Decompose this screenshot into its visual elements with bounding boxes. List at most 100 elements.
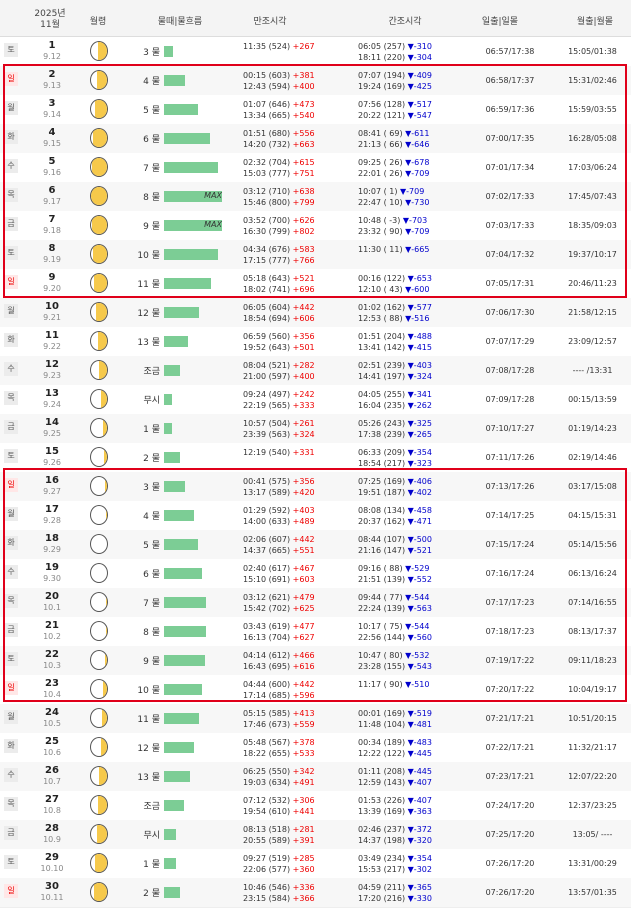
high-tide-entry: 05:48 (567) +378: [243, 738, 315, 747]
day-number: 10: [45, 301, 59, 312]
low-tide-entry: 09:16 ( 88) ▼-529: [358, 564, 430, 573]
high-tide-entry: 06:25 (550) +342: [243, 767, 315, 776]
moonrise-moonset: 15:05/01:38: [568, 47, 617, 56]
high-tide-entry: 14:37 (665) +551: [243, 546, 315, 555]
high-tide-entry: 15:42 (702) +625: [243, 604, 315, 613]
day-number: 2: [48, 69, 56, 80]
low-tide-entry: 00:16 (122) ▼-653: [358, 274, 432, 283]
table-row: 토 8 9.19 10 물 04:34 (676) +583 17:15 (777) +7…: [0, 240, 631, 270]
table-row: 월 10 9.21 12 물 06:05 (604) +442 18:54 (694) +…: [0, 298, 631, 328]
high-tide-entry: 03:52 (700) +626: [243, 216, 315, 225]
tide-flow-bar: [164, 684, 202, 695]
low-tide-entry: 00:34 (189) ▼-483: [358, 738, 432, 747]
moon-phase-icon: [90, 418, 108, 438]
high-tide-entry: 07:12 (532) +306: [243, 796, 315, 805]
sunrise-sunset: 07:06/17:30: [485, 308, 535, 317]
lunar-date: 10.10: [40, 864, 64, 873]
weekday-badge: 목: [4, 391, 18, 405]
low-tide-entry: 08:44 (107) ▼-500: [358, 535, 432, 544]
tide-count: 10 물: [137, 251, 160, 261]
lunar-date: 9.22: [43, 342, 61, 351]
table-row: 목 27 10.8 조금 07:12 (532) +306 19:54 (610) +44…: [0, 791, 631, 821]
high-tide-entry: 00:15 (603) +381: [243, 71, 315, 80]
low-tide-entry: 20:37 (162) ▼-471: [358, 517, 432, 526]
day-number: 23: [45, 678, 59, 689]
low-tide-entry: 22:56 (144) ▼-560: [358, 633, 432, 642]
moonrise-moonset: 05:14/15:56: [568, 540, 617, 549]
lunar-date: 9.14: [43, 110, 61, 119]
weekday-badge: 일: [4, 72, 18, 86]
high-tide-entry: 22:19 (565) +333: [243, 401, 315, 410]
moonrise-moonset: 19:37/10:17: [568, 250, 617, 259]
lunar-date: 9.29: [43, 545, 61, 554]
low-tide-entry: 02:46 (237) ▼-372: [358, 825, 432, 834]
moon-phase-icon: [90, 679, 108, 699]
moonrise-moonset: 20:46/11:23: [568, 279, 617, 288]
tide-flow-bar: [164, 510, 194, 521]
high-tide-entry: 14:20 (732) +663: [243, 140, 315, 149]
weekday-badge: 수: [4, 565, 18, 579]
low-tide-entry: 16:04 (235) ▼-262: [358, 401, 432, 410]
tide-flow-bar: [164, 597, 206, 608]
day-number: 3: [48, 98, 56, 109]
day-number: 26: [45, 765, 59, 776]
weekday-badge: 화: [4, 536, 18, 550]
sunrise-sunset: 07:25/17:20: [485, 830, 535, 839]
tide-flow-bar: [164, 887, 180, 898]
low-tide-entry: 08:41 ( 69) ▼-611: [358, 129, 430, 138]
tide-flow-bar: [164, 75, 185, 86]
low-tide-entry: 13:39 (169) ▼-363: [358, 807, 432, 816]
moonrise-moonset: 06:13/16:24: [568, 569, 617, 578]
tide-count: 13 물: [137, 773, 160, 783]
table-row: 화 4 9.15 6 물 01:51 (680) +556 14:20 (732) +66…: [0, 124, 631, 154]
tide-flow-bar: [164, 365, 180, 376]
tide-flow-bar: [164, 423, 172, 434]
tide-count: 3 물: [143, 483, 160, 493]
tide-flow-bar: [164, 800, 184, 811]
tide-count: 10 물: [137, 686, 160, 696]
sunrise-sunset: 07:11/17:26: [485, 453, 535, 462]
table-row: 화 11 9.22 13 물 06:59 (560) +356 19:52 (643) +…: [0, 327, 631, 357]
low-tide-entry: 22:24 (139) ▼-563: [358, 604, 432, 613]
lunar-date: 10.11: [40, 893, 64, 902]
low-tide-entry: 12:53 ( 88) ▼-516: [358, 314, 430, 323]
table-row: 일 23 10.4 10 물 04:44 (600) +442 17:14 (685) +…: [0, 675, 631, 705]
high-tide-entry: 18:02 (741) +696: [243, 285, 315, 294]
lunar-date: 10.8: [43, 806, 61, 815]
tide-count: 3 물: [143, 48, 160, 58]
high-tide-entry: 16:13 (704) +627: [243, 633, 315, 642]
high-tide-entry: 08:04 (521) +282: [243, 361, 315, 370]
day-number: 5: [48, 156, 56, 167]
moonrise-moonset: 17:45/07:43: [568, 192, 617, 201]
moon-phase-icon: [90, 621, 108, 641]
header-year-month: 2025년 11월: [34, 9, 66, 30]
lunar-date: 10.4: [43, 690, 61, 699]
tide-flow-bar: [164, 162, 218, 173]
day-number: 6: [48, 185, 56, 196]
low-tide-entry: 05:26 (243) ▼-325: [358, 419, 432, 428]
day-number: 22: [45, 649, 59, 660]
tide-flow-bar: [164, 133, 210, 144]
moonrise-moonset: 09:11/18:23: [568, 656, 617, 665]
weekday-badge: 일: [4, 884, 18, 898]
lunar-date: 10.3: [43, 661, 61, 670]
high-tide-entry: 15:46 (800) +799: [243, 198, 315, 207]
high-tide-entry: 22:06 (577) +360: [243, 865, 315, 874]
sunrise-sunset: 07:01/17:34: [485, 163, 535, 172]
weekday-badge: 토: [4, 43, 18, 57]
moon-phase-icon: [90, 99, 108, 119]
tide-count: 1 물: [143, 425, 160, 435]
low-tide-entry: 18:54 (217) ▼-323: [358, 459, 432, 468]
sunrise-sunset: 07:15/17:24: [485, 540, 535, 549]
tide-flow-bar: [164, 829, 176, 840]
lunar-date: 10.9: [43, 835, 61, 844]
header-high-tide: 만조시각: [253, 17, 287, 27]
table-row: 월 17 9.28 4 물 01:29 (592) +403 14:00 (633) +4…: [0, 501, 631, 531]
sunrise-sunset: 07:22/17:21: [485, 743, 535, 752]
tide-flow-bar: [164, 626, 206, 637]
weekday-badge: 토: [4, 449, 18, 463]
low-tide-entry: 22:01 ( 26) ▼-709: [358, 169, 430, 178]
high-tide-entry: 23:39 (563) +324: [243, 430, 315, 439]
low-tide-entry: 19:51 (187) ▼-402: [358, 488, 432, 497]
moon-phase-icon: [90, 853, 108, 873]
